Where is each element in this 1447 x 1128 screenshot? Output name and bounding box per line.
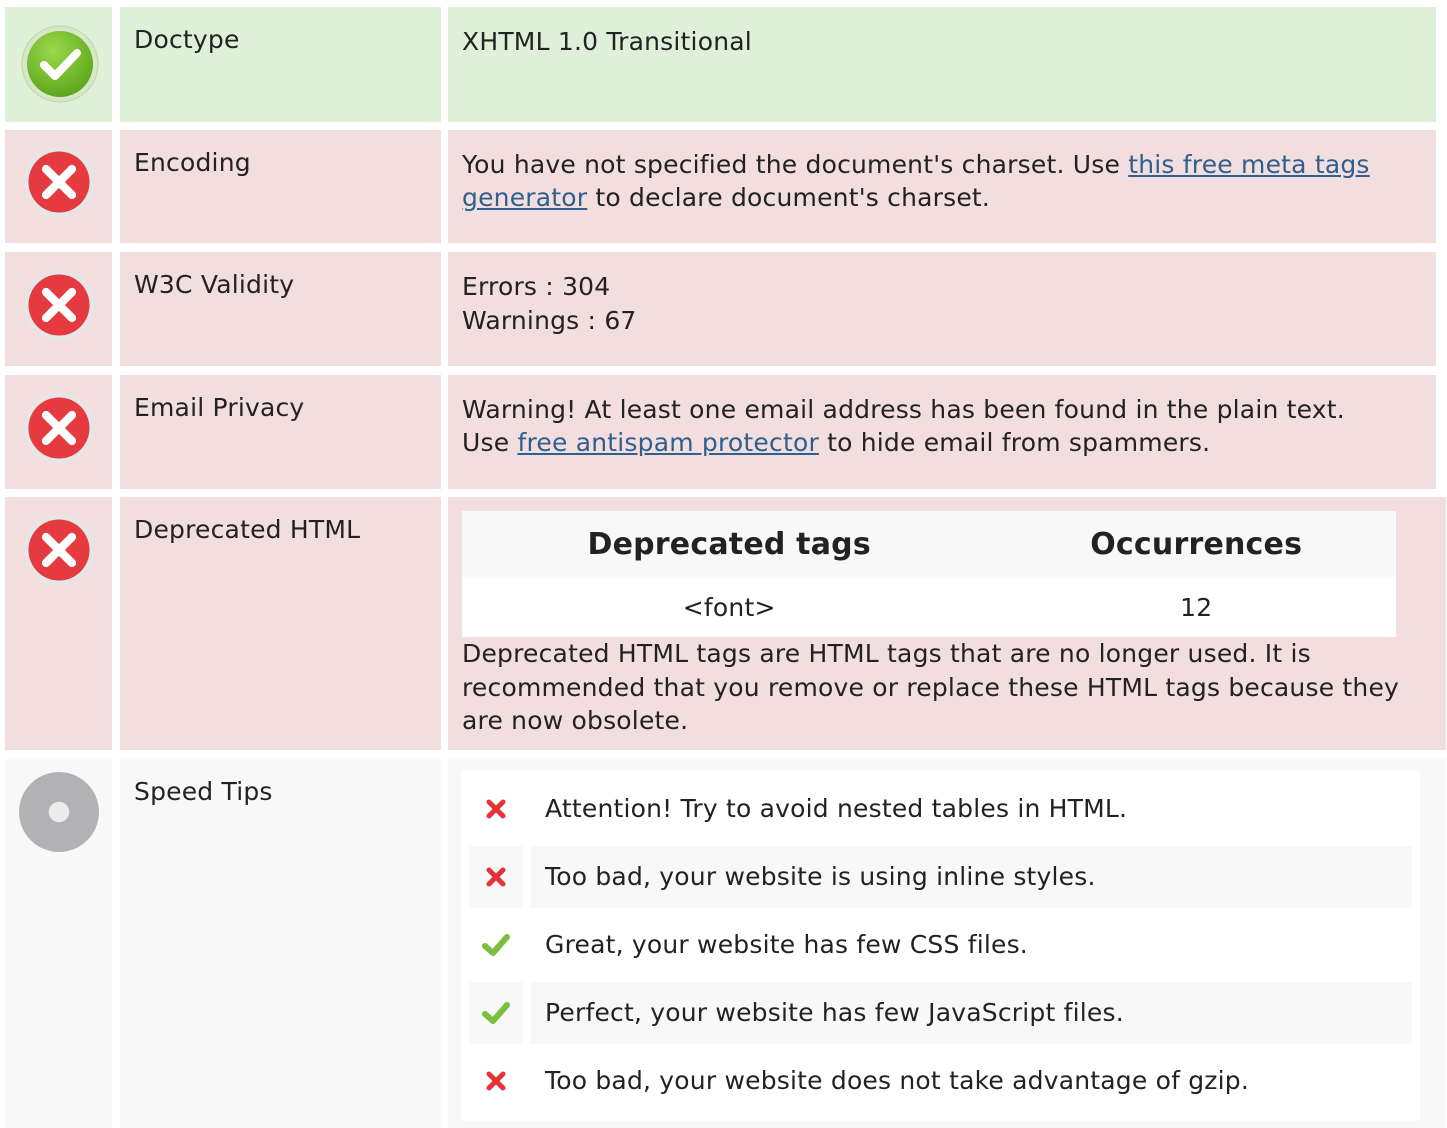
encoding-status-cell — [5, 130, 112, 243]
col-occurrences: Occurrences — [996, 511, 1396, 577]
email-privacy-row: Email Privacy Warning! At least one emai… — [0, 375, 1447, 489]
email-text-after: to hide email from spammers. — [818, 428, 1211, 457]
w3c-warnings: Warnings : 67 — [462, 306, 637, 335]
email-privacy-value: Warning! At least one email address has … — [448, 375, 1436, 489]
w3c-label: W3C Validity — [120, 252, 441, 366]
deprecated-html-value: Deprecated tags Occurrences <font> 12 De… — [448, 497, 1446, 750]
doctype-status-cell — [5, 7, 112, 122]
list-item: Too bad, your website is using inline st… — [469, 846, 1412, 908]
email-privacy-label: Email Privacy — [120, 375, 441, 489]
deprecated-table-header: Deprecated tags Occurrences — [462, 511, 1396, 577]
email-text-before: Use — [462, 428, 518, 457]
doctype-row: Doctype XHTML 1.0 Transitional — [0, 7, 1447, 122]
deprecated-html-row: Deprecated HTML Deprecated tags Occurren… — [0, 497, 1447, 750]
tip-text: Too bad, your website does not take adva… — [545, 1066, 1249, 1095]
encoding-text-after: to declare document's charset. — [587, 183, 991, 212]
email-status-cell — [5, 375, 112, 489]
w3c-value: Errors : 304 Warnings : 67 — [448, 252, 1436, 366]
w3c-status-cell — [5, 252, 112, 366]
check-circle-icon — [21, 25, 99, 103]
speed-tips-row: Speed Tips Attention! Try to avoid neste… — [0, 759, 1447, 1128]
error-circle-icon — [23, 269, 95, 341]
error-circle-icon — [23, 392, 95, 464]
list-item: Perfect, your website has few JavaScript… — [469, 982, 1412, 1044]
neutral-circle-icon — [19, 772, 99, 852]
tip-text: Too bad, your website is using inline st… — [531, 846, 1412, 908]
occurrence-count-cell: 12 — [996, 577, 1396, 637]
deprecated-note: Deprecated HTML tags are HTML tags that … — [462, 639, 1400, 735]
deprecated-html-label: Deprecated HTML — [120, 497, 441, 750]
cross-icon — [469, 778, 523, 840]
w3c-row: W3C Validity Errors : 304 Warnings : 67 — [0, 252, 1447, 366]
deprecated-tags-table: Deprecated tags Occurrences <font> 12 — [462, 511, 1396, 637]
tip-text: Attention! Try to avoid nested tables in… — [545, 794, 1128, 823]
table-row: <font> 12 — [462, 577, 1396, 637]
deprecated-tag-cell: <font> — [462, 577, 997, 637]
error-circle-icon — [23, 514, 95, 586]
encoding-text-before: You have not specified the document's ch… — [462, 150, 1129, 179]
cross-icon — [469, 1050, 523, 1112]
list-item: Too bad, your website does not take adva… — [469, 1050, 1412, 1112]
check-icon — [469, 914, 523, 976]
encoding-label: Encoding — [120, 130, 441, 243]
doctype-value: XHTML 1.0 Transitional — [448, 7, 1436, 122]
speed-tips-list: Attention! Try to avoid nested tables in… — [461, 771, 1420, 1121]
tip-text: Great, your website has few CSS files. — [545, 930, 1028, 959]
col-deprecated-tags: Deprecated tags — [462, 511, 997, 577]
w3c-errors: Errors : 304 — [462, 272, 611, 301]
error-circle-icon — [23, 146, 95, 218]
list-item: Attention! Try to avoid nested tables in… — [469, 778, 1412, 840]
email-warning-line: Warning! At least one email address has … — [462, 395, 1345, 424]
encoding-row: Encoding You have not specified the docu… — [0, 130, 1447, 243]
antispam-protector-link[interactable]: free antispam protector — [517, 428, 818, 457]
list-item: Great, your website has few CSS files. — [469, 914, 1412, 976]
check-icon — [469, 982, 523, 1044]
doctype-label: Doctype — [120, 7, 441, 122]
email-advice-line: Use free antispam protector to hide emai… — [462, 426, 1422, 459]
speed-status-cell — [5, 759, 112, 1128]
speed-tips-label: Speed Tips — [120, 759, 441, 1128]
deprecated-status-cell — [5, 497, 112, 750]
cross-icon — [469, 846, 523, 908]
tip-text: Perfect, your website has few JavaScript… — [531, 982, 1412, 1044]
encoding-value: You have not specified the document's ch… — [448, 130, 1436, 243]
